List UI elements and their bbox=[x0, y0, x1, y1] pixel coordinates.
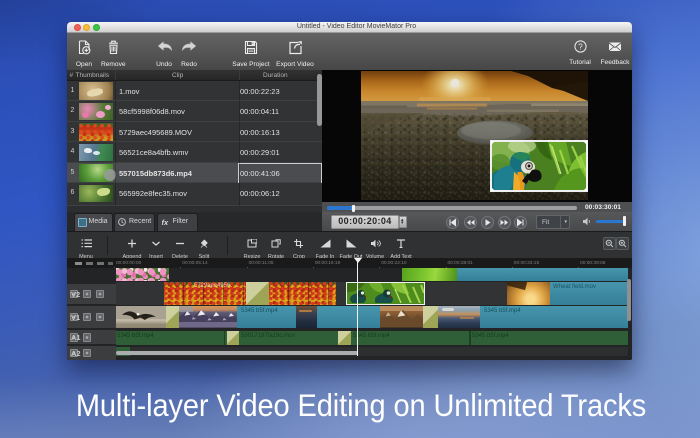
svg-text:?: ? bbox=[578, 42, 583, 51]
